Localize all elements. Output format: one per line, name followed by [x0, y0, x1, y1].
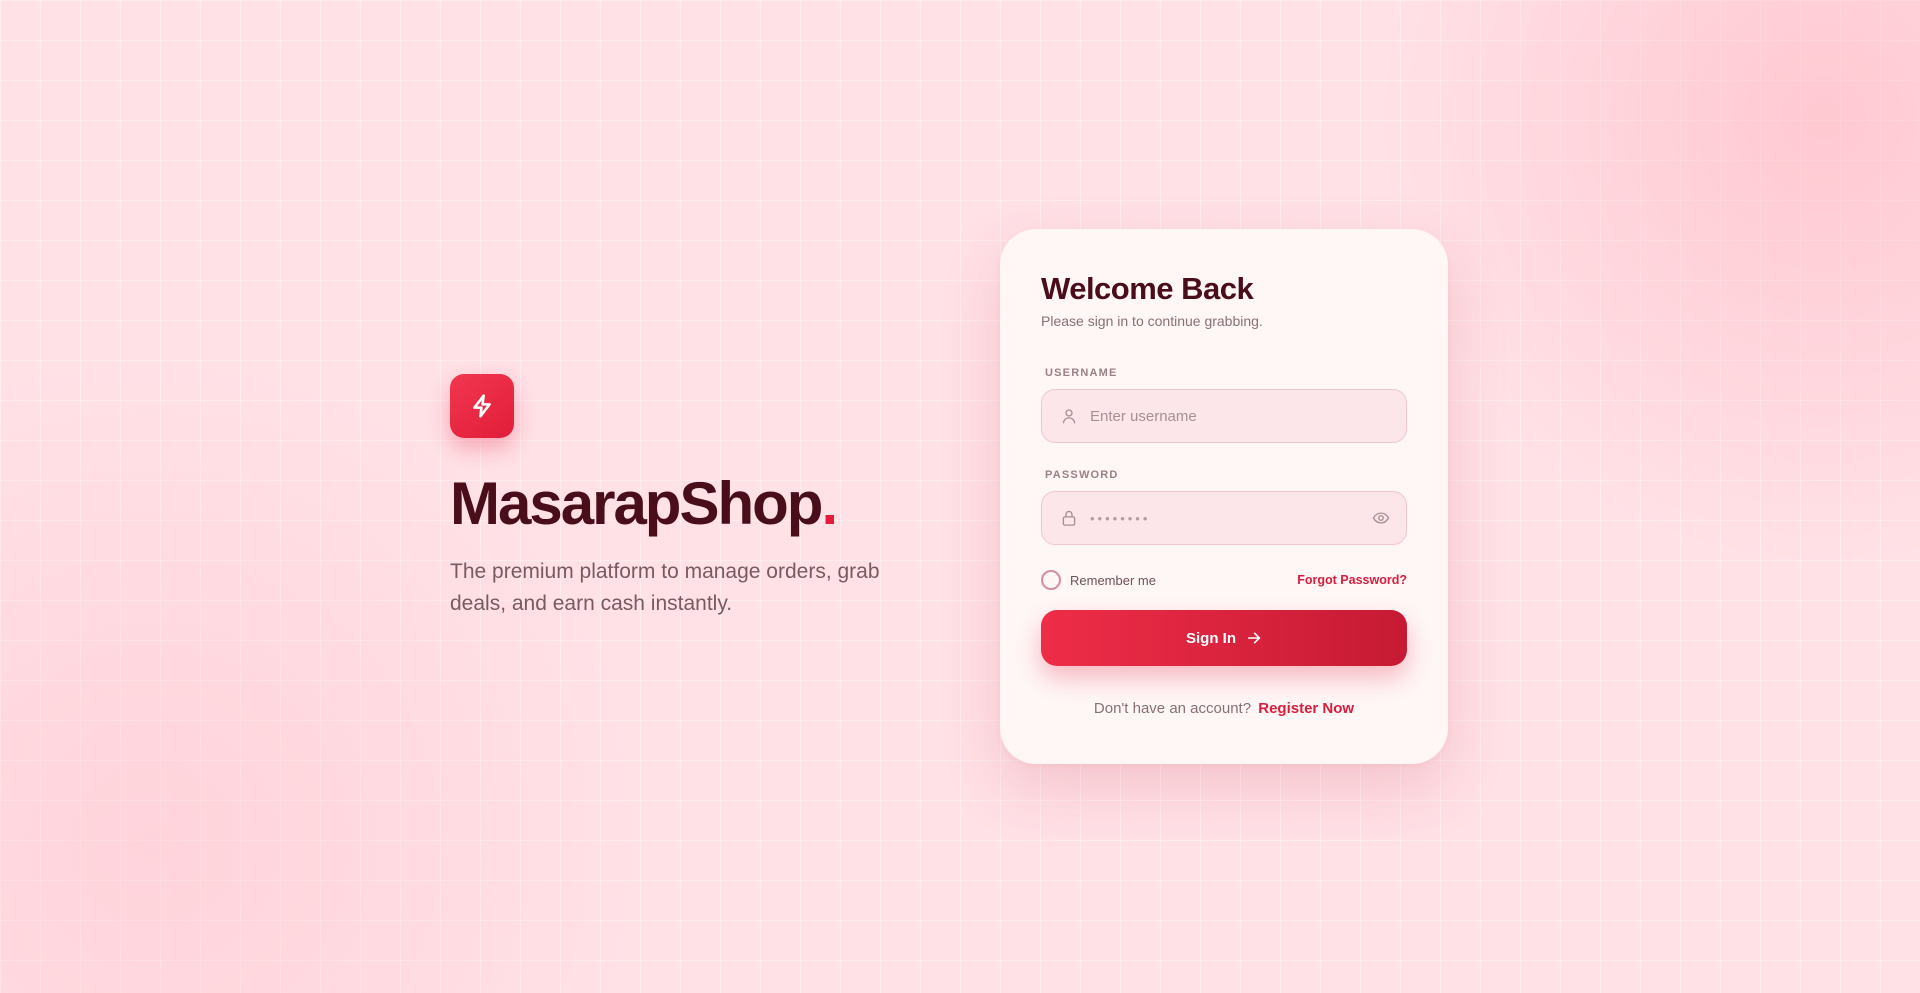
login-card: Welcome Back Please sign in to continue … [1000, 229, 1448, 764]
card-title: Welcome Back [1041, 271, 1254, 306]
form-options-row: Remember me Forgot Password? [1041, 570, 1407, 590]
remember-me-control[interactable]: Remember me [1041, 570, 1156, 590]
brand-dot: . [821, 470, 838, 537]
brand-name: MasarapShop [450, 470, 823, 537]
user-icon [1060, 407, 1078, 425]
password-label: PASSWORD [1045, 469, 1119, 481]
register-now-link[interactable]: Register Now [1258, 700, 1354, 717]
brand-title: MasarapShop. [450, 474, 910, 534]
brand-panel: MasarapShop. The premium platform to man… [450, 374, 910, 620]
lightning-bolt-icon [473, 394, 491, 418]
password-field-wrapper [1041, 491, 1407, 545]
forgot-password-link[interactable]: Forgot Password? [1297, 573, 1407, 587]
arrow-right-icon [1247, 632, 1261, 644]
sign-in-label: Sign In [1186, 629, 1236, 647]
username-input[interactable] [1090, 390, 1390, 442]
brand-tagline: The premium platform to manage orders, g… [450, 560, 880, 615]
remember-me-label[interactable]: Remember me [1070, 573, 1156, 588]
register-prompt-text: Don't have an account? [1093, 700, 1252, 717]
remember-me-checkbox[interactable] [1041, 570, 1061, 590]
username-field-wrapper [1041, 389, 1407, 443]
password-input[interactable] [1090, 492, 1372, 544]
brand-logo [450, 374, 514, 438]
card-subtitle: Please sign in to continue grabbing. [1041, 313, 1263, 329]
sign-in-button[interactable]: Sign In [1041, 610, 1407, 666]
register-prompt: Don't have an account? Register Now [1041, 700, 1407, 717]
username-label: USERNAME [1045, 367, 1118, 379]
lock-icon [1060, 509, 1078, 527]
eye-icon[interactable] [1372, 509, 1390, 527]
